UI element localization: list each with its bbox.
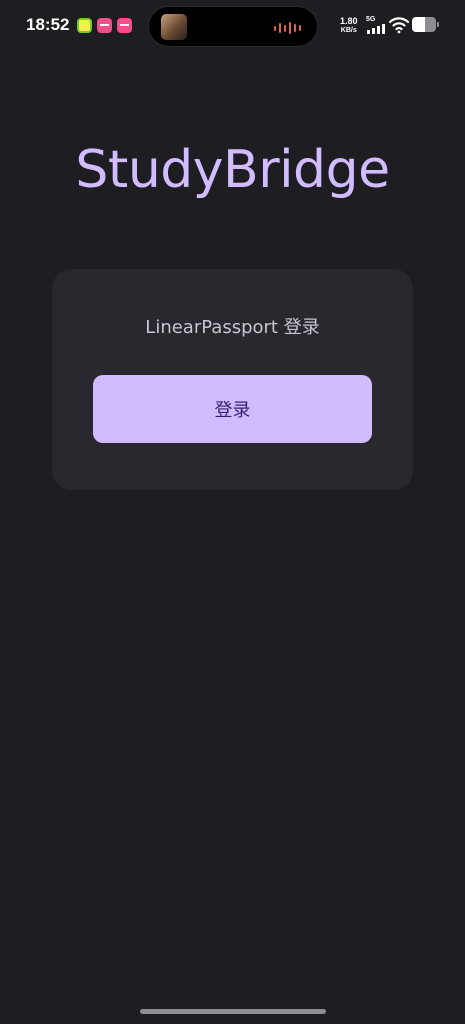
signal-icon <box>367 24 385 34</box>
status-bar: 18:52 1.80 KB/s 5G <box>0 0 465 54</box>
network-speed: 1.80 KB/s <box>340 17 358 35</box>
network-type: 5G <box>366 16 376 23</box>
network-speed-unit: KB/s <box>340 27 357 34</box>
login-card: LinearPassport 登录 登录 <box>52 269 413 490</box>
media-artwork <box>161 14 187 40</box>
login-button[interactable]: 登录 <box>93 375 372 443</box>
app-notification-icon <box>77 18 92 33</box>
dynamic-island[interactable] <box>148 6 318 47</box>
battery-icon <box>412 17 436 32</box>
battery-level <box>412 17 426 32</box>
app-notification-icon <box>117 18 132 33</box>
login-card-label: LinearPassport 登录 <box>145 317 320 338</box>
audio-wave-icon <box>274 22 301 34</box>
wifi-icon <box>389 17 409 34</box>
battery-tip <box>437 22 439 27</box>
home-indicator[interactable] <box>140 1009 326 1014</box>
notification-icons <box>77 18 132 33</box>
app-notification-icon <box>97 18 112 33</box>
network-speed-value: 1.80 <box>340 16 358 26</box>
app-title: StudyBridge <box>75 140 390 200</box>
status-time: 18:52 <box>26 15 70 34</box>
